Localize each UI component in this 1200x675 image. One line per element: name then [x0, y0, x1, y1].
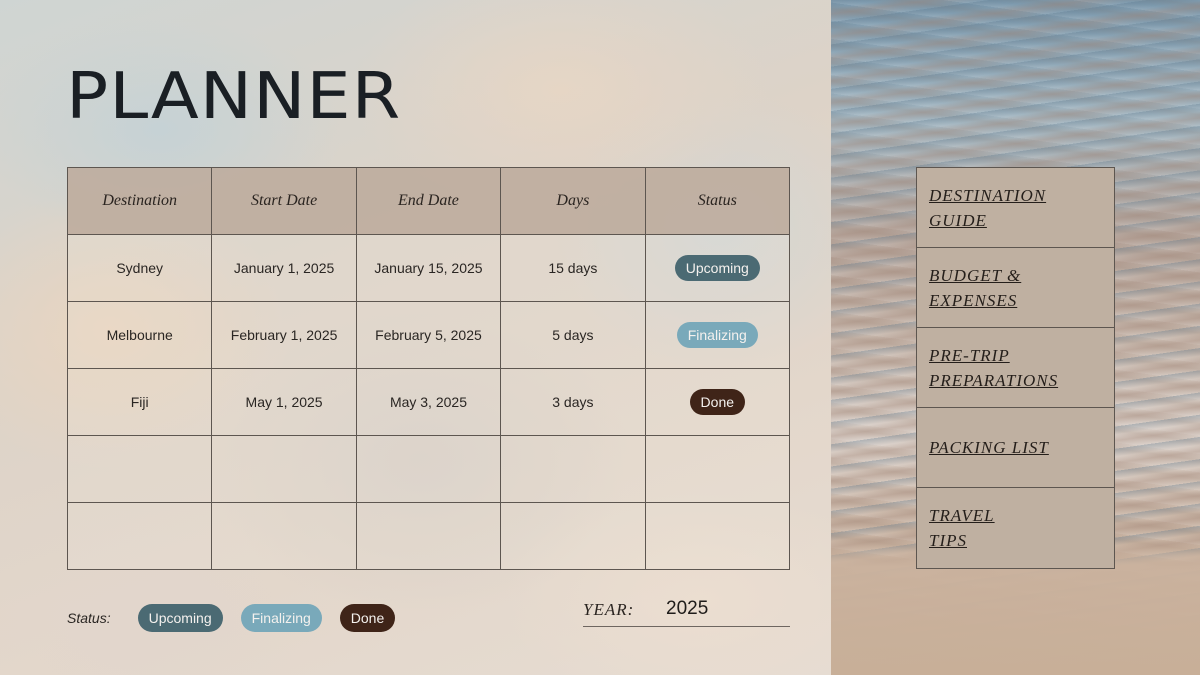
section-nav: DESTINATION GUIDE BUDGET & EXPENSES PRE-…: [916, 167, 1115, 569]
legend-badge-upcoming: Upcoming: [137, 604, 223, 632]
nav-link-label[interactable]: PACKING LIST: [929, 435, 1049, 460]
cell-days[interactable]: [500, 502, 646, 570]
cell-days[interactable]: [500, 435, 646, 503]
cell-start-date[interactable]: January 1, 2025: [211, 234, 357, 302]
legend-badge-finalizing: Finalizing: [240, 604, 322, 632]
cell-status[interactable]: Done: [644, 368, 791, 436]
cell-end-date[interactable]: January 15, 2025: [355, 234, 502, 302]
status-badge-upcoming: Upcoming: [674, 255, 760, 281]
cell-destination[interactable]: Melbourne: [66, 301, 213, 369]
column-header-end-date: End Date: [355, 167, 502, 235]
column-header-days: Days: [500, 167, 646, 235]
cell-destination[interactable]: [66, 435, 213, 503]
table-row: Sydney January 1, 2025 January 15, 2025 …: [66, 234, 791, 302]
cell-status[interactable]: Finalizing: [644, 301, 791, 369]
column-header-start-date: Start Date: [211, 167, 357, 235]
status-badge-finalizing: Finalizing: [676, 322, 758, 348]
nav-item-pre-trip-preparations[interactable]: PRE-TRIP PREPARATIONS: [917, 328, 1114, 408]
year-label: YEAR:: [583, 600, 635, 619]
table-header-row: Destination Start Date End Date Days Sta…: [66, 167, 791, 235]
table-row-empty: [66, 435, 791, 503]
nav-link-label[interactable]: BUDGET & EXPENSES: [929, 263, 1021, 313]
year-field[interactable]: YEAR: 2025: [583, 596, 790, 627]
cell-end-date[interactable]: May 3, 2025: [355, 368, 502, 436]
nav-item-destination-guide[interactable]: DESTINATION GUIDE: [917, 168, 1114, 248]
table-row: Fiji May 1, 2025 May 3, 2025 3 days Done: [66, 368, 791, 436]
cell-days[interactable]: 15 days: [500, 234, 646, 302]
legend-badge-done: Done: [339, 604, 396, 632]
cell-destination[interactable]: Sydney: [66, 234, 213, 302]
table-row-empty: [66, 502, 791, 570]
cell-end-date[interactable]: [355, 435, 502, 503]
legend-label: Status:: [67, 610, 111, 626]
cell-end-date[interactable]: [355, 502, 502, 570]
cell-start-date[interactable]: May 1, 2025: [211, 368, 357, 436]
column-header-status: Status: [644, 167, 791, 235]
status-badge-done: Done: [689, 389, 746, 415]
cell-destination[interactable]: Fiji: [66, 368, 213, 436]
year-value[interactable]: 2025: [666, 598, 708, 620]
cell-status[interactable]: Upcoming: [644, 234, 791, 302]
nav-item-budget-expenses[interactable]: BUDGET & EXPENSES: [917, 248, 1114, 328]
page-title: PLANNER: [66, 58, 402, 134]
table-row: Melbourne February 1, 2025 February 5, 2…: [66, 301, 791, 369]
nav-item-packing-list[interactable]: PACKING LIST: [917, 408, 1114, 488]
cell-start-date[interactable]: [211, 435, 357, 503]
nav-item-travel-tips[interactable]: TRAVEL TIPS: [917, 488, 1114, 568]
cell-start-date[interactable]: February 1, 2025: [211, 301, 357, 369]
column-header-destination: Destination: [66, 167, 213, 235]
nav-link-label[interactable]: PRE-TRIP PREPARATIONS: [929, 343, 1058, 393]
cell-days[interactable]: 3 days: [500, 368, 646, 436]
cell-end-date[interactable]: February 5, 2025: [355, 301, 502, 369]
cell-days[interactable]: 5 days: [500, 301, 646, 369]
cell-start-date[interactable]: [211, 502, 357, 570]
nav-link-label[interactable]: DESTINATION GUIDE: [929, 183, 1046, 233]
cell-status[interactable]: [644, 502, 791, 570]
status-legend: Status: Upcoming Finalizing Done: [67, 604, 413, 632]
planner-table: Destination Start Date End Date Days Sta…: [66, 167, 791, 570]
nav-link-label[interactable]: TRAVEL TIPS: [929, 503, 995, 553]
cell-status[interactable]: [644, 435, 791, 503]
cell-destination[interactable]: [66, 502, 213, 570]
